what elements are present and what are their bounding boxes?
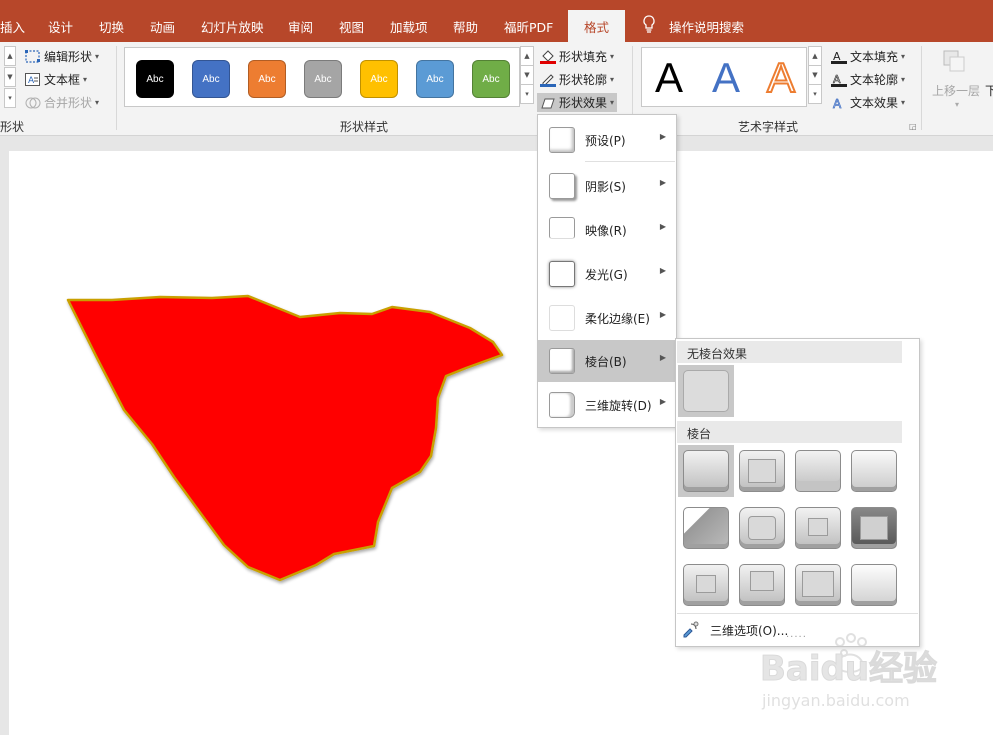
chevron-right-icon: ▶ xyxy=(659,222,666,231)
bevel-option-cool-slant[interactable] xyxy=(846,445,902,497)
bevel-option-circle[interactable] xyxy=(678,445,734,497)
bevel-relaxed-inset-icon xyxy=(739,450,785,492)
chevron-right-icon: ▶ xyxy=(659,178,666,187)
menu-item-reflection[interactable]: 映像(R) ▶ xyxy=(538,209,676,251)
chevron-right-icon: ▶ xyxy=(659,266,666,275)
shadow-icon xyxy=(549,173,575,199)
chevron-right-icon: ▶ xyxy=(659,132,666,141)
bevel-soft-round-icon xyxy=(739,507,785,549)
chevron-right-icon: ▶ xyxy=(659,397,666,406)
bevel-slope-icon xyxy=(851,507,897,549)
3d-rotation-icon xyxy=(549,392,575,418)
bevel-divot-icon xyxy=(683,564,729,606)
menu-item-shadow[interactable]: 阴影(S) ▶ xyxy=(538,165,676,207)
menu-item-soft-edges[interactable]: 柔化边缘(E) ▶ xyxy=(538,297,676,339)
chevron-right-icon: ▶ xyxy=(659,353,666,362)
baidu-logo: Baidu经验 jingyan.baidu.com xyxy=(760,633,938,710)
glow-icon xyxy=(549,261,575,287)
bevel-art-deco-icon xyxy=(851,564,897,606)
watermark-brand: Baidu经验 xyxy=(760,649,937,689)
powerpoint-window: 插入 设计 切换 动画 幻灯片放映 审阅 视图 加载项 帮助 福昕PDF 格式 … xyxy=(0,0,993,735)
watermark-url: jingyan.baidu.com xyxy=(761,691,910,710)
menu-item-bevel[interactable]: 棱台(B) ▶ xyxy=(538,340,676,382)
bevel-none-icon xyxy=(683,370,729,412)
bevel-option-convex[interactable] xyxy=(790,502,846,554)
bevel-option-cross[interactable] xyxy=(790,445,846,497)
bevel-option-soft-round[interactable] xyxy=(734,502,790,554)
soft-edges-icon xyxy=(549,305,575,331)
shape-effects-menu: 预设(P) ▶ 阴影(S) ▶ 映像(R) ▶ 发光(G) ▶ 柔化边缘(E) … xyxy=(537,114,677,428)
reflection-icon xyxy=(549,217,575,239)
no-bevel-header: 无棱台效果 xyxy=(677,341,902,363)
chevron-right-icon: ▶ xyxy=(659,310,666,319)
baidu-jingyan-watermark: Baidu经验 jingyan.baidu.com xyxy=(758,628,948,718)
bevel-option-art-deco[interactable] xyxy=(846,559,902,611)
bevel-option-riblet[interactable] xyxy=(734,559,790,611)
preset-icon xyxy=(549,127,575,153)
bevel-option-slope[interactable] xyxy=(846,502,902,554)
3d-options-icon xyxy=(682,621,700,642)
bevel-angle-icon xyxy=(683,507,729,549)
bevel-none-option[interactable] xyxy=(678,365,734,417)
bevel-option-hard-edge[interactable] xyxy=(790,559,846,611)
bevel-convex-icon xyxy=(795,507,841,549)
bevel-cross-icon xyxy=(795,450,841,492)
bevel-option-divot[interactable] xyxy=(678,559,734,611)
menu-item-3d-rotation[interactable]: 三维旋转(D) ▶ xyxy=(538,384,676,426)
bevel-riblet-icon xyxy=(739,564,785,606)
menu-item-glow[interactable]: 发光(G) ▶ xyxy=(538,253,676,295)
bevel-option-relaxed-inset[interactable] xyxy=(734,445,790,497)
bevel-submenu: 无棱台效果 棱台 三维选项(O)... ..... xyxy=(675,338,920,647)
bevel-circle-icon xyxy=(683,450,729,492)
menu-item-preset[interactable]: 预设(P) ▶ xyxy=(538,119,676,161)
bevel-icon xyxy=(549,348,575,374)
menu-divider xyxy=(585,161,675,162)
bevel-option-angle[interactable] xyxy=(678,502,734,554)
bevel-header: 棱台 xyxy=(677,421,902,443)
bevel-hard-edge-icon xyxy=(795,564,841,606)
bevel-cool-slant-icon xyxy=(851,450,897,492)
